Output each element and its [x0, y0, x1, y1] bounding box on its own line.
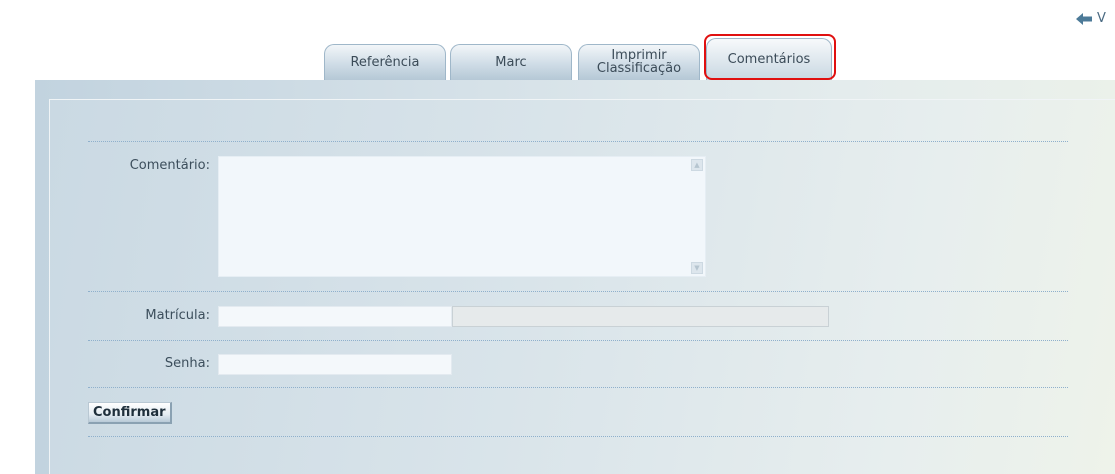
divider [88, 387, 1068, 388]
tab-referencia[interactable]: Referência [324, 44, 446, 80]
senha-label: Senha: [164, 356, 210, 371]
tab-imprimir-classificacao[interactable]: Imprimir Classificação [578, 44, 700, 80]
divider [88, 340, 1068, 341]
matricula-name-display [452, 306, 829, 327]
scroll-up-icon[interactable]: ▲ [691, 159, 703, 171]
matricula-input[interactable] [218, 306, 452, 327]
tab-marc-label: Marc [495, 55, 527, 70]
back-link-label: V [1097, 11, 1106, 26]
comment-form: Comentário: ▲ ▼ Matrícula: Senha: Confir… [49, 99, 1115, 474]
tab-marc[interactable]: Marc [450, 44, 572, 80]
comment-label: Comentário: [129, 158, 210, 173]
tab-referencia-label: Referência [350, 55, 420, 70]
tab-imprimir-classificacao-label: Imprimir Classificação [597, 49, 681, 75]
tab-comentarios-label: Comentários [727, 52, 811, 67]
content-panel: Comentário: ▲ ▼ Matrícula: Senha: Confir… [35, 80, 1115, 474]
comment-scrollbar[interactable]: ▲ ▼ [691, 159, 703, 274]
scroll-down-icon[interactable]: ▼ [691, 262, 703, 274]
tab-comentarios[interactable]: Comentários [706, 38, 832, 80]
back-arrow-icon [1076, 12, 1092, 25]
comment-textarea[interactable]: ▲ ▼ [218, 156, 706, 277]
senha-input[interactable] [218, 354, 452, 375]
divider [88, 436, 1068, 437]
matricula-label: Matrícula: [145, 308, 210, 323]
divider [88, 291, 1068, 292]
divider [88, 141, 1068, 142]
back-link[interactable]: V [1075, 11, 1106, 26]
tab-imprimir-line2: Classificação [596, 60, 682, 76]
confirm-button[interactable]: Confirmar [88, 402, 172, 424]
